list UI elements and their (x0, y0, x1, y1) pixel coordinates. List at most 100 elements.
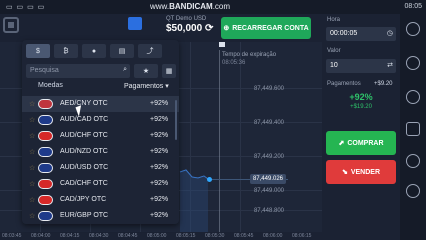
favorites-filter-button[interactable]: ★ (134, 64, 158, 78)
status-icons: ▭ ▭ ▭ ▭ (6, 4, 46, 11)
payout-label: Pagamentos (327, 81, 361, 87)
help-icon[interactable] (406, 154, 420, 168)
search-input[interactable]: Pesquisa ⌕ (26, 64, 130, 78)
search-icon: ⌕ (123, 66, 127, 73)
expiry-line (219, 50, 220, 232)
history-icon[interactable] (406, 22, 420, 36)
buy-button[interactable]: ⬈ COMPRAR (326, 131, 396, 155)
arrow-down-icon: ⬊ (341, 169, 348, 176)
time-label: Hora (327, 17, 341, 23)
clock-icon: ◷ (386, 30, 393, 37)
asset-selector-panel: $ ₿ ● ▤ ⤴ Pesquisa ⌕ ★ ▦ Moedas Pagament… (22, 40, 179, 224)
dollar-icon: $ (36, 47, 40, 55)
payout-value: +$9.20 (374, 81, 393, 87)
value-label: Valor (327, 48, 341, 54)
logo-icon[interactable] (3, 17, 19, 33)
tab-crypto[interactable]: ₿ (54, 44, 78, 58)
clock: 08:05 (404, 3, 422, 10)
time-input[interactable]: 00:00:05 ◷ (326, 27, 396, 41)
flag-icon (38, 147, 53, 157)
calendar-icon: ▦ (165, 68, 173, 75)
asset-row[interactable]: ☆ CAD/CHF OTC +92% (22, 176, 179, 192)
star-icon[interactable]: ☆ (29, 212, 35, 220)
tab-indices[interactable]: ⤴ (138, 44, 162, 58)
signal-icon[interactable] (406, 56, 420, 70)
asset-row[interactable]: ☆ AED/CNY OTC +92% (22, 96, 179, 112)
asset-tabs: $ ₿ ● ▤ ⤴ (26, 44, 162, 58)
asset-row[interactable]: ☆ AUD/NZD OTC +92% (22, 144, 179, 160)
time-label: 08:05:00 (147, 233, 167, 239)
tab-stocks[interactable]: ▤ (110, 44, 134, 58)
gift-icon[interactable] (128, 17, 142, 30)
account-type[interactable]: QT Demo USD (166, 16, 206, 22)
scrollbar[interactable] (175, 100, 177, 140)
star-icon[interactable]: ☆ (29, 196, 35, 204)
plus-icon: ⊕ (223, 25, 230, 32)
flag-icon (38, 163, 53, 173)
star-icon[interactable]: ☆ (29, 132, 35, 140)
chat-icon[interactable] (406, 122, 420, 136)
flag-icon (38, 99, 53, 109)
time-axis: 08:03:45 08:04:00 08:04:15 08:04:30 08:0… (0, 232, 322, 240)
users-icon[interactable] (406, 90, 420, 104)
hourglass-icon[interactable] (406, 184, 420, 198)
payout-percent: +92% (349, 92, 373, 102)
current-price-dot (207, 177, 212, 182)
document-icon: ▤ (118, 48, 126, 55)
time-label: 08:04:00 (31, 233, 51, 239)
price-label: 87,449.600 (253, 86, 284, 92)
asset-row[interactable]: ☆ AUD/CHF OTC +92% (22, 128, 179, 144)
flag-icon (38, 195, 53, 205)
side-navigation (400, 14, 426, 240)
asset-row[interactable]: ☆ AUD/USD OTC +92% (22, 160, 179, 176)
bitcoin-icon: ₿ (63, 47, 69, 55)
time-label: 08:04:30 (89, 233, 109, 239)
arrow-up-icon: ⬈ (338, 140, 345, 147)
drop-icon: ● (91, 47, 97, 55)
chevron-down-icon: ▾ (165, 83, 169, 90)
watermark: www.BANDICAM.com (150, 2, 231, 11)
asset-row[interactable]: ☆ EUR/GBP OTC +92% (22, 208, 179, 224)
trend-icon: ⤴ (146, 48, 154, 55)
payout-amount: +$19.20 (350, 104, 372, 110)
star-icon[interactable]: ☆ (29, 180, 35, 188)
balance[interactable]: $50,000 ⟳ (166, 23, 213, 34)
star-icon[interactable]: ☆ (29, 100, 35, 108)
time-label: 08:05:45 (234, 233, 254, 239)
sell-button[interactable]: ⬊ VENDER (326, 160, 396, 184)
price-label: 87,449.200 (253, 154, 284, 160)
time-label: 08:05:15 (176, 233, 196, 239)
column-assets: Moedas (38, 82, 63, 89)
value-input[interactable]: 10 ⇄ (326, 59, 396, 73)
toggle-icon: ⇄ (387, 62, 393, 69)
star-icon[interactable]: ☆ (29, 164, 35, 172)
trade-panel: Hora 00:00:05 ◷ Valor 10 ⇄ Pagamentos +$… (322, 14, 400, 240)
star-icon[interactable]: ☆ (29, 116, 35, 124)
price-label: 87,449.400 (253, 120, 284, 126)
time-label: 08:05:30 (205, 233, 225, 239)
flag-icon (38, 211, 53, 221)
time-label: 08:06:15 (292, 233, 312, 239)
time-label: 08:04:15 (60, 233, 80, 239)
current-price-tag: 87,449.026 (249, 174, 286, 184)
flag-icon (219, 42, 225, 47)
time-label: 08:04:45 (118, 233, 138, 239)
flag-icon (38, 131, 53, 141)
asset-row[interactable]: ☆ CAD/JPY OTC +92% (22, 192, 179, 208)
expiry-time: 08:05:36 (222, 60, 246, 66)
recharge-button[interactable]: ⊕ RECARREGAR CONTA (221, 17, 311, 39)
refresh-icon[interactable]: ⟳ (205, 23, 213, 34)
expiry-label: Tempo de expiração (222, 52, 277, 58)
time-label: 08:03:45 (2, 233, 22, 239)
time-label: 08:06:00 (263, 233, 283, 239)
tab-currencies[interactable]: $ (26, 44, 50, 58)
asset-row[interactable]: ☆ AUD/CAD OTC +92% (22, 112, 179, 128)
star-icon[interactable]: ☆ (29, 148, 35, 156)
price-label: 87,448.800 (253, 208, 284, 214)
status-bar: ▭ ▭ ▭ ▭ www.BANDICAM.com 08:05 (0, 0, 426, 14)
price-label: 87,449.000 (253, 188, 284, 194)
calendar-button[interactable]: ▦ (162, 64, 176, 78)
flag-icon (38, 115, 53, 125)
tab-commodities[interactable]: ● (82, 44, 106, 58)
column-payout[interactable]: Pagamentos ▾ (124, 82, 169, 90)
